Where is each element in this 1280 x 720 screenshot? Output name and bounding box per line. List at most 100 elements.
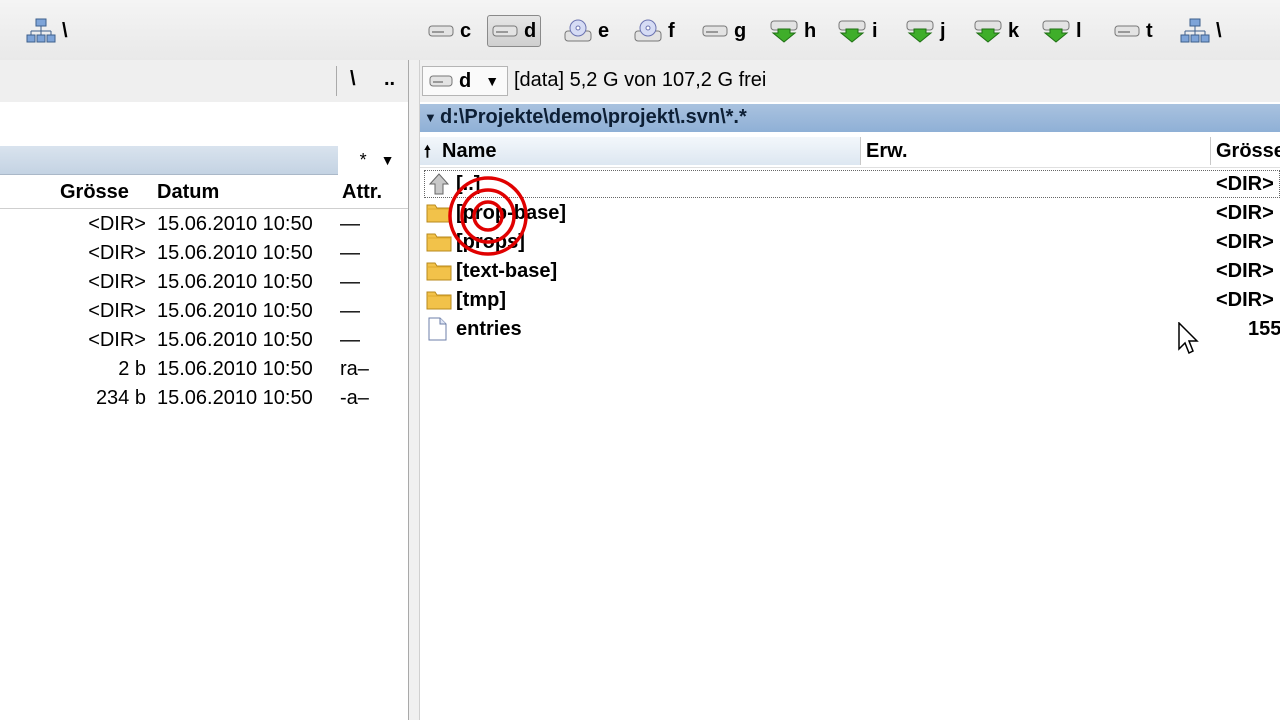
row-attr: —: [340, 300, 360, 322]
drive-free-space-info: [data] 5,2 G von 107,2 G frei: [514, 69, 767, 91]
row-size: <DIR>: [88, 329, 146, 351]
drive-button-i[interactable]: i: [834, 15, 882, 47]
hdd-icon: [702, 23, 728, 39]
right-root-drive-button[interactable]: \: [1176, 15, 1226, 47]
table-row[interactable]: <DIR> 15.06.2010 10:50 —: [0, 210, 408, 239]
right-col-size[interactable]: Grösse: [1216, 140, 1280, 163]
chevron-down-icon: ▼: [485, 73, 500, 89]
left-root-drive-button[interactable]: \: [22, 15, 72, 47]
file-name: entries: [456, 318, 522, 340]
hdd-icon: [428, 23, 454, 39]
drive-button-f[interactable]: f: [630, 15, 679, 47]
right-column-header: 🠕 Name Erw. Grösse: [420, 137, 1280, 168]
mouse-cursor-icon: [1178, 322, 1199, 355]
network-tree-icon: [26, 18, 56, 43]
row-attr: ra–: [340, 358, 369, 380]
drive-label: g: [734, 19, 747, 42]
row-date: 15.06.2010 10:50: [157, 387, 313, 409]
drive-label: l: [1076, 19, 1082, 42]
row-attr: -a–: [340, 387, 369, 409]
network-drive-icon: [974, 19, 1002, 43]
drive-button-k[interactable]: k: [970, 15, 1023, 47]
row-date: 15.06.2010 10:50: [157, 213, 313, 235]
row-date: 15.06.2010 10:50: [157, 271, 313, 293]
history-dropdown-icon[interactable]: ▼: [381, 152, 395, 168]
file-size: <DIR>: [1216, 260, 1274, 282]
row-date: 15.06.2010 10:50: [157, 329, 313, 351]
row-size: 2 b: [118, 358, 146, 380]
drive-button-t[interactable]: t: [1110, 15, 1157, 47]
table-row[interactable]: <DIR> 15.06.2010 10:50 —: [0, 326, 408, 355]
drive-button-l[interactable]: l: [1038, 15, 1086, 47]
folder-icon: [426, 288, 452, 310]
row-size: <DIR>: [88, 213, 146, 235]
click-highlight-rings: [448, 176, 528, 256]
hdd-icon: [429, 75, 453, 87]
path-menu-chevron-icon[interactable]: ▼: [424, 110, 437, 125]
list-item[interactable]: [text-base] <DIR>: [420, 257, 1280, 286]
cd-drive-icon: [564, 19, 592, 43]
row-attr: —: [340, 242, 360, 264]
drive-label: d: [524, 19, 537, 42]
row-attr: —: [340, 213, 360, 235]
drive-label: f: [668, 19, 675, 42]
row-attr: —: [340, 271, 360, 293]
panel-splitter[interactable]: [408, 60, 420, 720]
file-name: [tmp]: [456, 289, 506, 311]
row-date: 15.06.2010 10:50: [157, 358, 313, 380]
right-col-ext[interactable]: Erw.: [866, 140, 908, 163]
network-drive-icon: [770, 19, 798, 43]
right-panel-toolbar: d ▼ [data] 5,2 G von 107,2 G frei: [418, 60, 1280, 102]
drive-label: e: [598, 19, 610, 42]
drive-label: c: [460, 19, 472, 42]
drive-button-d[interactable]: d: [487, 15, 542, 47]
drive-button-h[interactable]: h: [766, 15, 820, 47]
drive-button-e[interactable]: e: [560, 15, 613, 47]
left-root-label: \: [62, 19, 68, 42]
list-item[interactable]: entries 155: [420, 315, 1280, 344]
right-col-name[interactable]: Name: [442, 140, 496, 163]
row-size: <DIR>: [88, 242, 146, 264]
hdd-icon: [492, 23, 518, 39]
list-item[interactable]: [props] <DIR>: [420, 228, 1280, 257]
right-root-label: \: [1216, 19, 1222, 42]
file-icon: [426, 317, 448, 341]
drive-button-c[interactable]: c: [424, 15, 475, 47]
left-path-bar: [0, 146, 338, 175]
file-size: <DIR>: [1216, 289, 1274, 311]
list-item[interactable]: [prop-base] <DIR>: [420, 199, 1280, 228]
left-up-button[interactable]: ..: [384, 68, 395, 91]
filter-star-icon[interactable]: *: [360, 150, 367, 171]
table-row[interactable]: <DIR> 15.06.2010 10:50 —: [0, 297, 408, 326]
list-item[interactable]: [..] <DIR>: [420, 170, 1280, 199]
toolbar-divider: [336, 66, 337, 96]
file-size: <DIR>: [1216, 202, 1274, 224]
list-item[interactable]: [tmp] <DIR>: [420, 286, 1280, 315]
table-row[interactable]: 234 b 15.06.2010 10:50 -a–: [0, 384, 408, 413]
row-size: <DIR>: [88, 271, 146, 293]
left-panel-toolbar: \ ..: [0, 60, 410, 102]
row-size: <DIR>: [88, 300, 146, 322]
left-col-size[interactable]: Grösse: [60, 181, 129, 204]
drive-label: h: [804, 19, 817, 42]
drive-select[interactable]: d ▼: [422, 66, 508, 96]
right-path-bar[interactable]: ▼ d:\Projekte\demo\projekt\.svn\*.*: [420, 104, 1280, 132]
left-col-attr[interactable]: Attr.: [342, 181, 382, 204]
drive-button-j[interactable]: j: [902, 15, 950, 47]
left-column-header: Grösse Datum Attr.: [0, 178, 408, 209]
left-root-button[interactable]: \: [350, 68, 356, 91]
network-drive-icon: [1042, 19, 1070, 43]
network-drive-icon: [838, 19, 866, 43]
column-divider: [1210, 137, 1211, 165]
table-row[interactable]: <DIR> 15.06.2010 10:50 —: [0, 239, 408, 268]
drive-select-value: d: [459, 69, 472, 92]
current-path: d:\Projekte\demo\projekt\.svn\*.*: [440, 106, 747, 128]
row-attr: —: [340, 329, 360, 351]
table-row[interactable]: <DIR> 15.06.2010 10:50 —: [0, 268, 408, 297]
drive-button-g[interactable]: g: [698, 15, 750, 47]
table-row[interactable]: 2 b 15.06.2010 10:50 ra–: [0, 355, 408, 384]
left-col-date[interactable]: Datum: [157, 181, 219, 204]
file-size: 155: [1248, 318, 1280, 340]
hdd-icon: [1114, 23, 1140, 39]
row-date: 15.06.2010 10:50: [157, 242, 313, 264]
